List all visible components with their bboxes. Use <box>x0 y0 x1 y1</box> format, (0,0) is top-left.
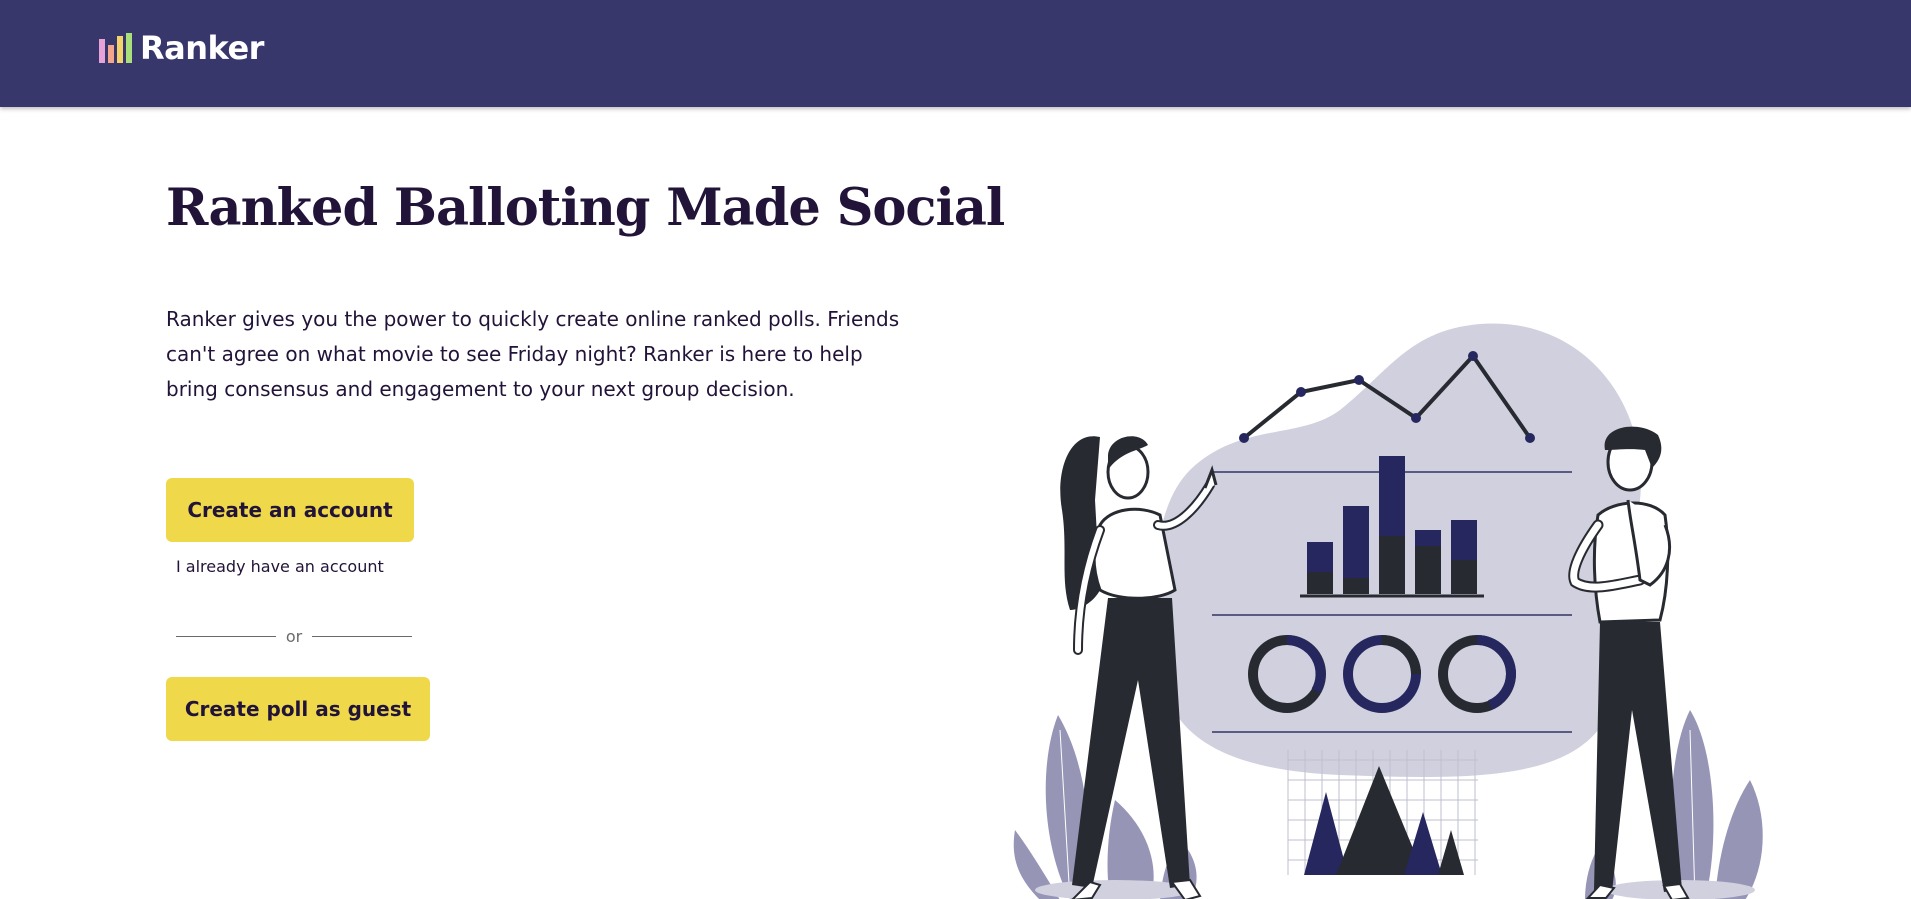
signin-link[interactable]: I already have an account <box>176 557 384 576</box>
people-analyzing-charts-illustration <box>1013 323 1763 899</box>
page-title: Ranked Balloting Made Social <box>166 178 1005 238</box>
brand-logo[interactable]: Ranker <box>99 28 264 68</box>
create-account-button[interactable]: Create an account <box>166 478 414 542</box>
top-navbar: Ranker <box>0 0 1911 107</box>
create-poll-as-guest-button[interactable]: Create poll as guest <box>166 677 430 741</box>
brand-name: Ranker <box>140 29 264 67</box>
hero-description: Ranker gives you the power to quickly cr… <box>166 307 900 401</box>
bar-chart-logo-icon <box>99 33 132 63</box>
divider-line-right <box>312 636 412 637</box>
or-divider: or <box>176 626 412 646</box>
